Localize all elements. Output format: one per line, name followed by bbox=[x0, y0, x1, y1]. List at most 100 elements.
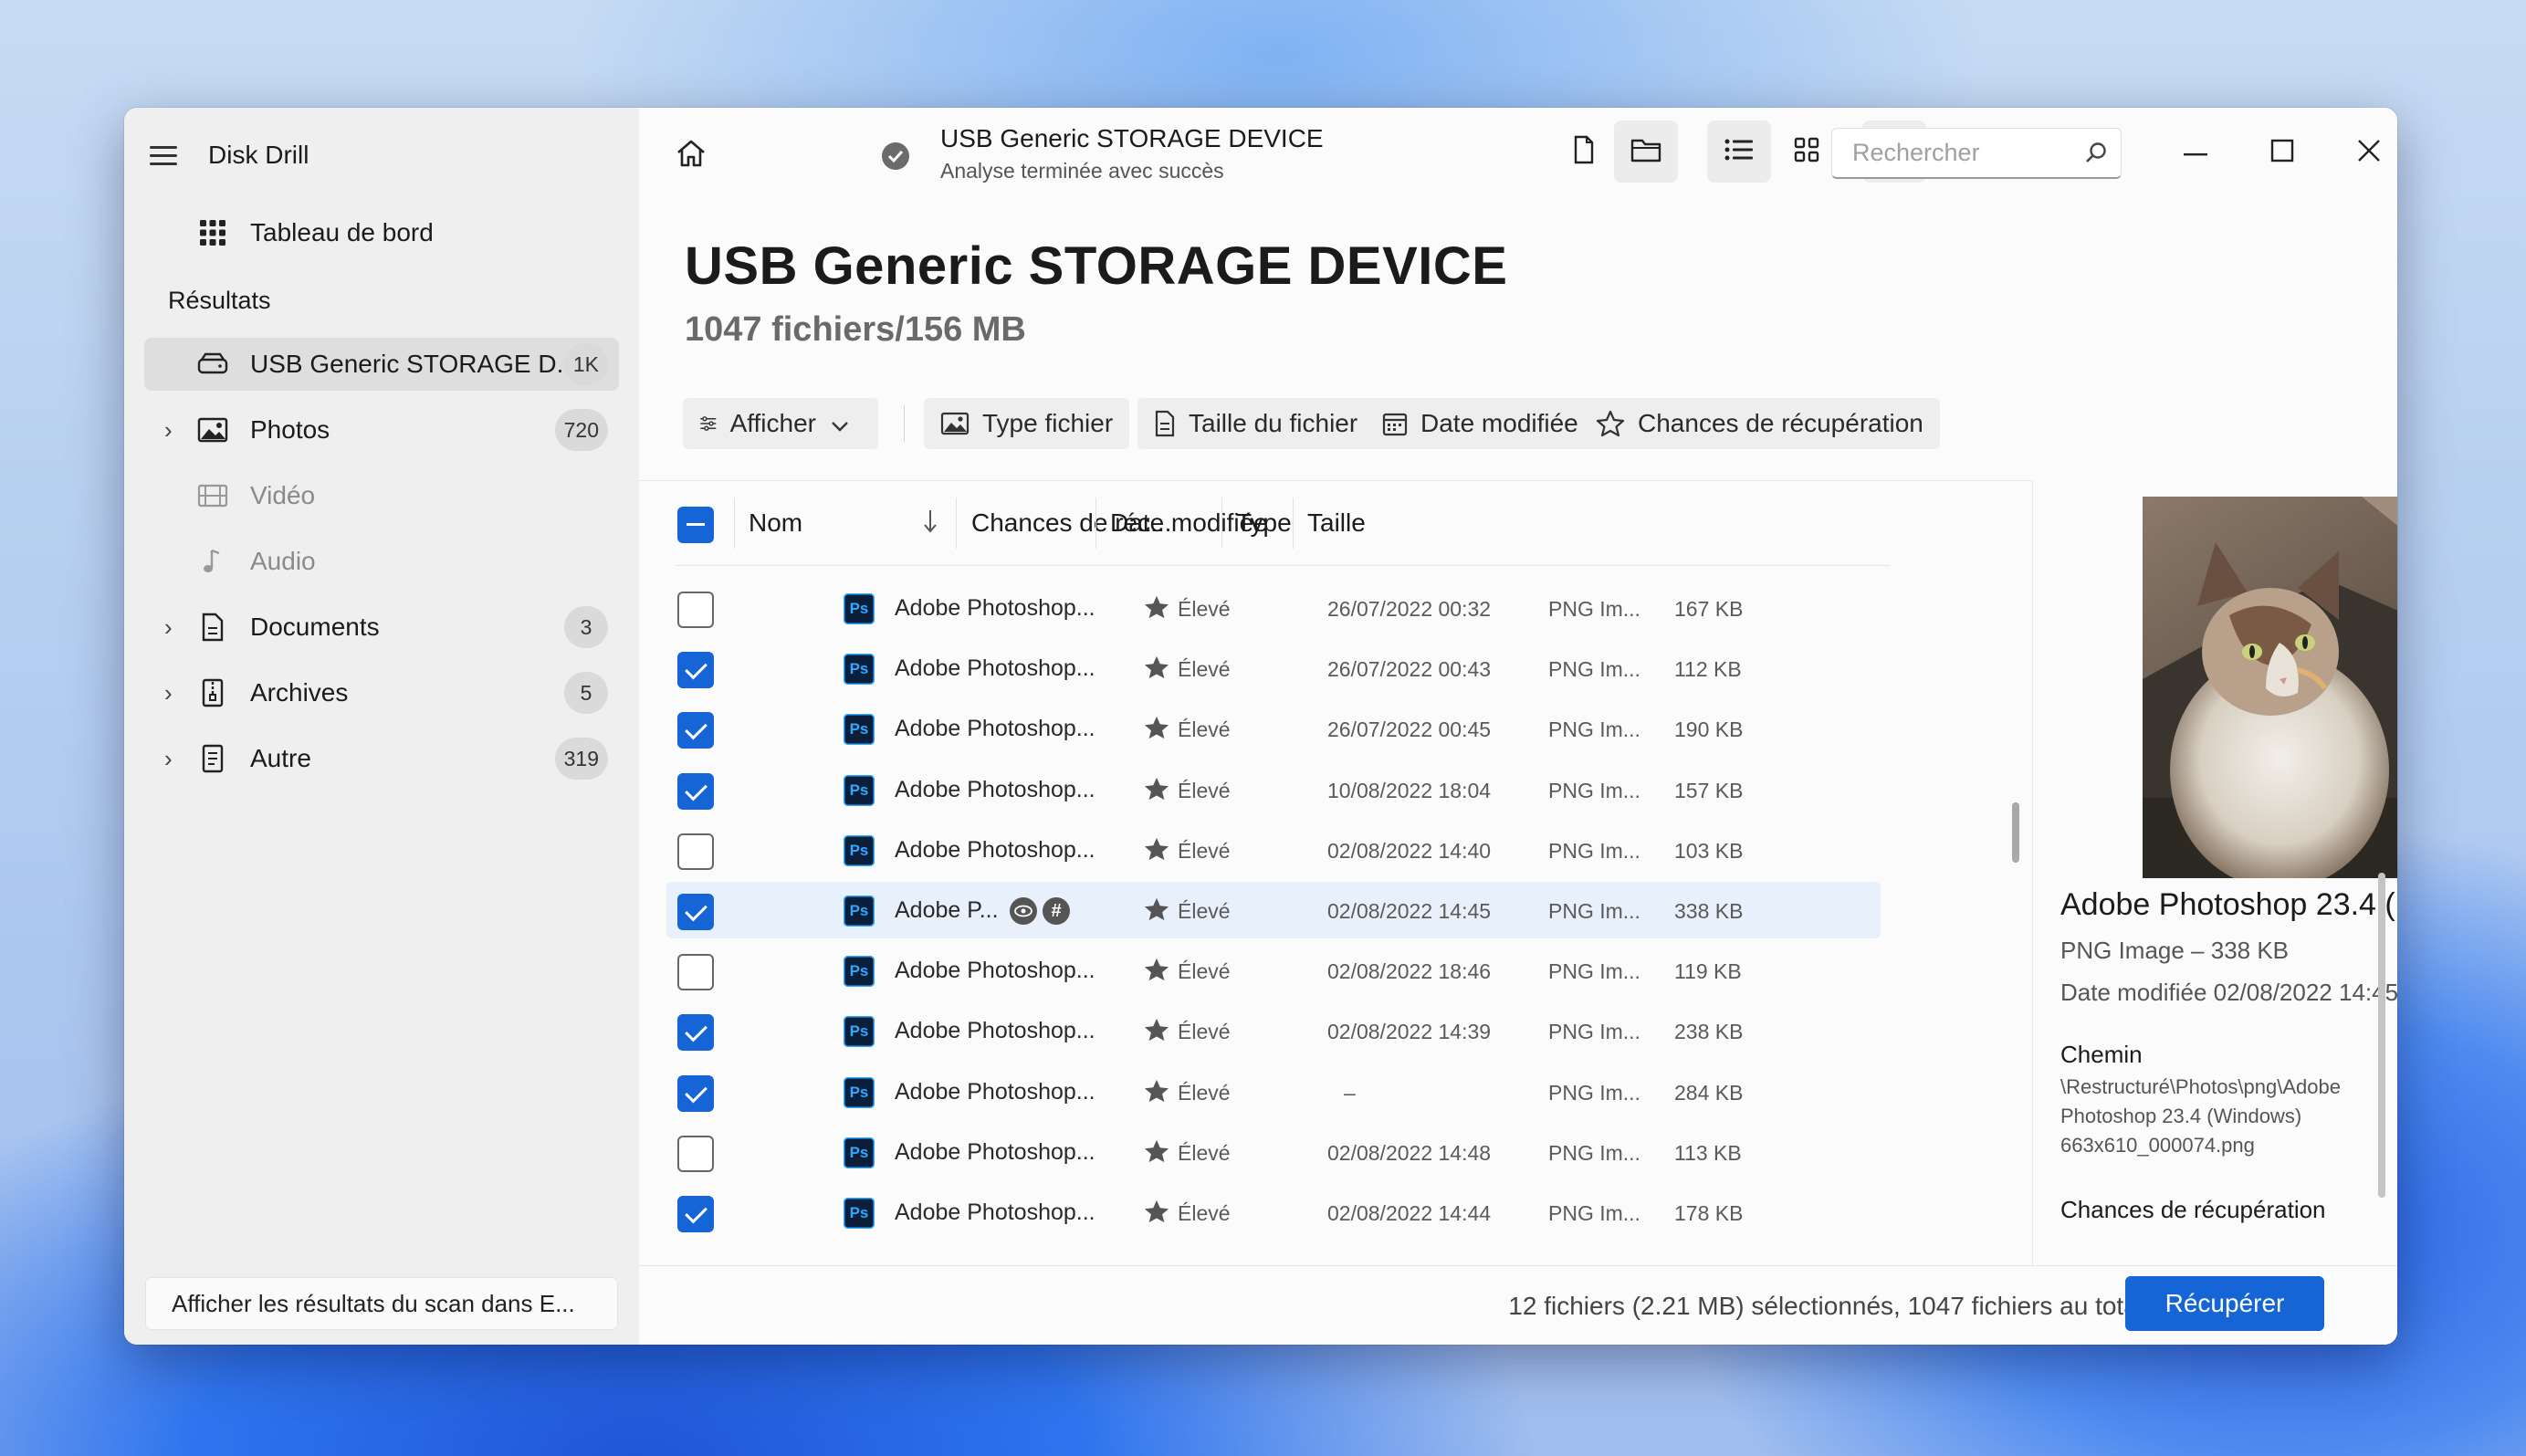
table-row[interactable]: Ps Adobe Photoshop... Élevé – PNG Im... 284 K… bbox=[666, 1063, 1881, 1120]
path-line-1: \Restructuré\Photos\png\Adobe bbox=[2060, 1075, 2341, 1098]
table-scrollbar-thumb[interactable] bbox=[2012, 802, 2019, 863]
file-name: Adobe Photoshop... bbox=[895, 595, 1095, 621]
table-row[interactable]: Ps Adobe Photoshop... Élevé 10/08/2022 18:0… bbox=[666, 761, 1881, 818]
search-icon[interactable] bbox=[2084, 141, 2108, 169]
row-checkbox[interactable] bbox=[677, 592, 714, 628]
table-row[interactable]: Ps Adobe P... # Élevé 02/08/2022 14:45 PNG Im… bbox=[666, 882, 1881, 938]
photoshop-file-icon: Ps bbox=[844, 654, 875, 686]
sidebar-item-label: Vidéo bbox=[250, 481, 316, 509]
sidebar-item-photos[interactable]: › Photos 720 bbox=[144, 403, 619, 456]
file-size: 103 KB bbox=[1674, 838, 1744, 863]
preview-scrollbar-thumb[interactable] bbox=[2378, 873, 2385, 1198]
preview-eye-icon[interactable] bbox=[1010, 897, 1037, 925]
row-checkbox[interactable] bbox=[677, 772, 714, 810]
date-modified-filter[interactable]: Date modifiée bbox=[1366, 398, 1595, 449]
maximize-button[interactable] bbox=[2241, 120, 2323, 184]
file-name: Adobe Photoshop... bbox=[895, 1018, 1095, 1044]
scan-status: Analyse terminée avec succès bbox=[940, 159, 1224, 183]
date-modified: 02/08/2022 18:46 bbox=[1327, 959, 1492, 984]
column-header-size[interactable]: Taille bbox=[1307, 508, 1366, 538]
sidebar-item-label: Audio bbox=[250, 547, 316, 575]
row-checkbox[interactable] bbox=[677, 833, 714, 870]
home-icon[interactable] bbox=[676, 139, 707, 173]
sidebar-item-documents[interactable]: › Documents 3 bbox=[144, 601, 619, 654]
hamburger-menu-icon[interactable] bbox=[150, 141, 177, 171]
file-name: Adobe Photoshop... bbox=[895, 1078, 1095, 1105]
sidebar-item-usb-device[interactable]: USB Generic STORAGE D... 1K bbox=[144, 338, 619, 391]
file-size: 284 KB bbox=[1674, 1080, 1744, 1105]
file-size: 238 KB bbox=[1674, 1020, 1744, 1044]
sidebar-item-other[interactable]: › Autre 319 bbox=[144, 732, 619, 785]
count-badge: 319 bbox=[554, 738, 608, 780]
selection-summary: 12 fichiers (2.21 MB) sélectionnés, 1047… bbox=[1508, 1292, 2143, 1320]
row-checkbox[interactable] bbox=[677, 1135, 714, 1172]
recover-button[interactable]: Récupérer bbox=[2125, 1276, 2324, 1331]
star-icon bbox=[1143, 715, 1170, 745]
sidebar-item-archives[interactable]: › Archives 5 bbox=[144, 666, 619, 719]
search-input[interactable] bbox=[1850, 138, 2073, 168]
table-row[interactable]: Ps Adobe Photoshop... Élevé 26/07/2022 00:4… bbox=[666, 640, 1881, 697]
sliders-icon bbox=[700, 416, 717, 431]
folder-view-button[interactable] bbox=[1614, 120, 1678, 183]
file-type-filter-label: Type fichier bbox=[982, 409, 1114, 437]
table-row[interactable]: Ps Adobe Photoshop... Élevé 26/07/2022 00:3… bbox=[666, 580, 1881, 636]
file-size: 113 KB bbox=[1674, 1140, 1742, 1165]
column-header-name[interactable]: Nom bbox=[749, 508, 802, 538]
chevron-right-icon[interactable]: › bbox=[164, 745, 173, 773]
table-row[interactable]: Ps Adobe Photoshop... Élevé 02/08/2022 14:4… bbox=[666, 1124, 1881, 1180]
file-view-button[interactable] bbox=[1552, 120, 1616, 183]
music-note-icon bbox=[197, 546, 228, 577]
table-row[interactable]: Ps Adobe Photoshop... Élevé 02/08/2022 14:3… bbox=[666, 1002, 1881, 1059]
sidebar-item-label: USB Generic STORAGE D... bbox=[250, 350, 578, 378]
row-checkbox[interactable] bbox=[677, 712, 714, 749]
preview-title: Adobe Photoshop 23.4 (... bbox=[2060, 887, 2397, 922]
sidebar-item-label: Tableau de bord bbox=[250, 218, 434, 246]
sidebar-item-dashboard[interactable]: Tableau de bord bbox=[144, 206, 619, 259]
select-all-checkbox[interactable] bbox=[677, 507, 714, 543]
sidebar-item-video[interactable]: Vidéo bbox=[144, 469, 619, 522]
file-name: Adobe Photoshop... bbox=[895, 716, 1095, 742]
date-modified: 26/07/2022 00:43 bbox=[1327, 657, 1492, 682]
row-checkbox[interactable] bbox=[677, 1014, 714, 1052]
row-checkbox[interactable] bbox=[677, 652, 714, 689]
grid-view-button[interactable] bbox=[1775, 120, 1839, 183]
sidebar-item-label: Photos bbox=[250, 415, 330, 444]
table-row[interactable]: Ps Adobe Photoshop... Élevé 02/08/2022 18:4… bbox=[666, 942, 1881, 999]
recovery-chance: Élevé bbox=[1178, 597, 1231, 621]
recovery-chances-filter[interactable]: Chances de récupération bbox=[1579, 398, 1940, 449]
chevron-right-icon[interactable]: › bbox=[164, 416, 173, 445]
app-title: Disk Drill bbox=[208, 141, 309, 169]
photoshop-file-icon: Ps bbox=[844, 1016, 875, 1048]
list-view-button[interactable] bbox=[1707, 120, 1771, 183]
file-type-filter[interactable]: Type fichier bbox=[924, 398, 1130, 449]
row-checkbox[interactable] bbox=[677, 954, 714, 991]
column-header-type[interactable]: Type bbox=[1236, 508, 1292, 538]
chevron-right-icon[interactable]: › bbox=[164, 613, 173, 642]
photoshop-file-icon: Ps bbox=[844, 1198, 875, 1229]
close-icon bbox=[2357, 139, 2381, 167]
close-button[interactable] bbox=[2328, 120, 2397, 184]
table-row[interactable]: Ps Adobe Photoshop... Élevé 26/07/2022 00:4… bbox=[666, 700, 1881, 757]
table-row[interactable]: Ps Adobe Photoshop... Élevé 02/08/2022 14:4… bbox=[666, 822, 1881, 878]
sidebar-item-audio[interactable]: Audio bbox=[144, 535, 619, 588]
minimize-button[interactable] bbox=[2154, 120, 2237, 184]
file-size-filter[interactable]: Taille du fichier bbox=[1137, 398, 1375, 449]
table-row[interactable]: Ps Adobe Photoshop... Élevé 02/08/2022 14:4… bbox=[666, 1184, 1881, 1241]
preview-type-size: PNG Image – 338 KB bbox=[2060, 937, 2290, 964]
file-name: Adobe Photoshop... bbox=[895, 776, 1095, 802]
file-name: Adobe Photoshop... bbox=[895, 655, 1095, 682]
row-checkbox[interactable] bbox=[677, 1196, 714, 1232]
photoshop-file-icon: Ps bbox=[844, 896, 875, 927]
row-checkbox[interactable] bbox=[677, 894, 714, 930]
show-results-in-explorer-button[interactable]: Afficher les résultats du scan dans E... bbox=[146, 1278, 617, 1329]
row-checkbox[interactable] bbox=[677, 1074, 714, 1112]
hash-icon[interactable]: # bbox=[1043, 897, 1070, 925]
results-heading: Résultats bbox=[168, 287, 271, 314]
search-box[interactable] bbox=[1831, 128, 2122, 179]
chevron-right-icon[interactable]: › bbox=[164, 679, 173, 707]
show-filter-dropdown[interactable]: Afficher bbox=[683, 398, 878, 449]
sort-down-icon[interactable] bbox=[922, 508, 938, 539]
photoshop-file-icon: Ps bbox=[844, 1076, 875, 1108]
file-type: PNG Im... bbox=[1548, 657, 1640, 682]
table-header: Nom Chances de réc... Date modifiée Type… bbox=[639, 481, 2032, 566]
